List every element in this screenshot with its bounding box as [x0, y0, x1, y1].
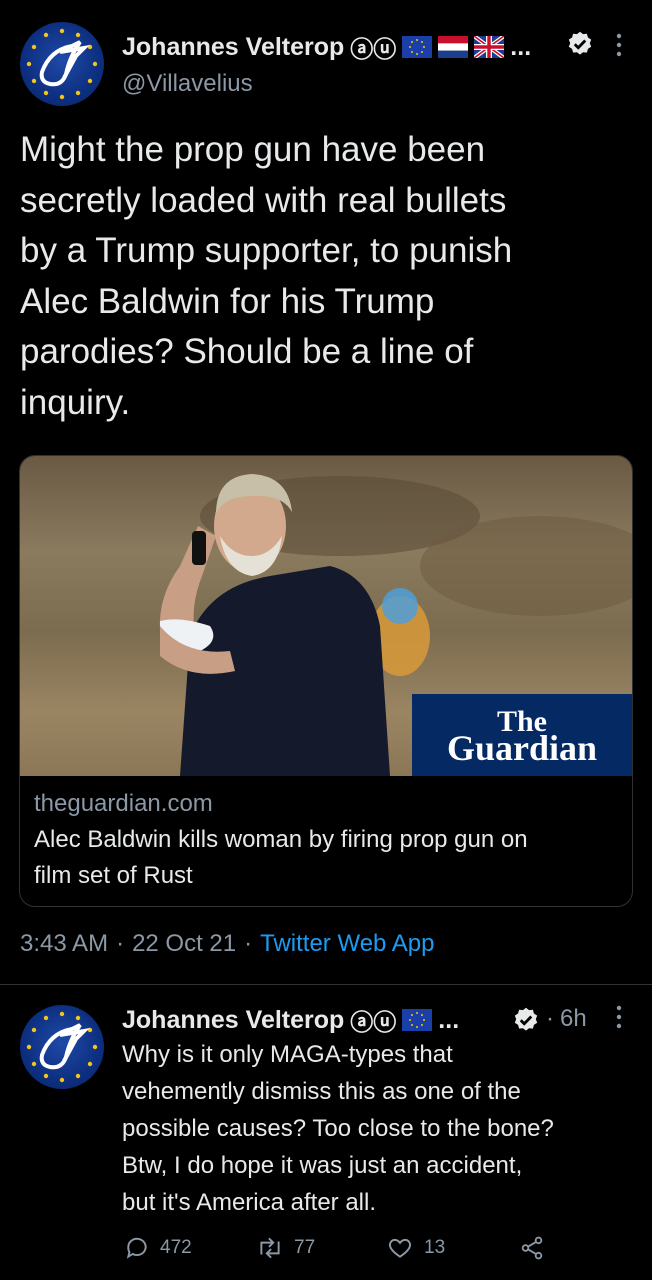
uk-flag-icon	[474, 36, 505, 58]
tweet-text-line: parodies? Should be a line of	[20, 332, 474, 371]
reply-text-line: Btw, I do hope it was just an accident,	[122, 1152, 523, 1179]
like-count: 13	[424, 1237, 446, 1258]
meta-separator: ·	[116, 930, 125, 957]
tweet-text-line: Might the prop gun have been	[20, 130, 486, 169]
reply-text-line: possible causes? Too close to the bone?	[122, 1115, 554, 1142]
tweet-source[interactable]: Twitter Web App	[260, 930, 434, 958]
reply-author-overflow: ...	[438, 1005, 460, 1034]
avatar-logo	[26, 1011, 98, 1083]
eu-flag-icon	[402, 1009, 433, 1031]
like-action[interactable]: 13	[386, 1235, 445, 1261]
tweet-time[interactable]: 3:43 AM	[20, 930, 108, 958]
tweet-date[interactable]: 22 Oct 21	[132, 930, 236, 958]
age-separator: ·	[546, 1005, 554, 1032]
reply-icon	[126, 1237, 147, 1259]
reply-text: Why is it only MAGA-types that vehementl…	[122, 1036, 637, 1221]
tweet-text-line: Alec Baldwin for his Trump	[20, 281, 435, 321]
share-action[interactable]	[518, 1235, 546, 1261]
guardian-logo: The Guardian	[412, 694, 632, 776]
reply-author-name[interactable]: Johannes Velterop	[122, 1006, 344, 1035]
reply-avatar[interactable]	[20, 1005, 104, 1089]
verified-icon	[514, 1007, 538, 1031]
reply-author-row: Johannes Velterop ⓐⓤ ...	[122, 1003, 459, 1037]
share-icon	[521, 1236, 543, 1260]
avatar-logo	[26, 28, 98, 100]
meta-separator: ·	[244, 930, 253, 957]
card-image: The Guardian	[20, 456, 632, 776]
author-name[interactable]: Johannes Velterop	[122, 33, 344, 62]
reply-count: 472	[160, 1237, 192, 1258]
author-overflow: ...	[510, 32, 532, 61]
retweet-count: 77	[294, 1237, 316, 1258]
retweet-icon	[260, 1237, 280, 1259]
author-badges: ⓐⓤ	[350, 36, 397, 62]
more-icon[interactable]	[612, 1004, 626, 1030]
tweet-text-line: secretly loaded with real bullets	[20, 180, 507, 220]
retweet-action[interactable]: 77	[256, 1235, 315, 1261]
tweet-text-line: by a Trump supporter, to punish	[20, 231, 513, 270]
tweet-text: Might the prop gun have been secretly lo…	[20, 125, 640, 428]
more-icon[interactable]	[612, 32, 626, 58]
tweet-text-line: inquiry.	[20, 382, 131, 422]
card-title: Alec Baldwin kills woman by firing prop …	[34, 822, 618, 894]
guardian-logo-line2: Guardian	[446, 728, 598, 768]
author-handle[interactable]: @Villavelius	[122, 70, 253, 98]
reply-text-line: but it's America after all.	[122, 1189, 377, 1216]
tweet-meta: 3:43 AM · 22 Oct 21 · Twitter Web App	[20, 930, 434, 958]
main-author-row: Johannes Velterop ⓐⓤ ...	[122, 30, 531, 64]
eu-flag-icon	[402, 36, 433, 58]
card-domain: theguardian.com	[34, 790, 213, 817]
reply-age: · 6h	[546, 1005, 587, 1033]
card-title-line: Alec Baldwin kills woman by firing prop …	[34, 826, 528, 853]
divider	[0, 984, 652, 985]
reply-author-badges: ⓐⓤ	[350, 1009, 397, 1035]
verified-icon	[568, 31, 592, 55]
reply-text-line: Why is it only MAGA-types that	[122, 1041, 453, 1068]
reply-age-value[interactable]: 6h	[560, 1005, 587, 1033]
card-title-line: film set of Rust	[34, 862, 193, 889]
reply-action[interactable]: 472	[124, 1235, 192, 1261]
link-card[interactable]: The Guardian theguardian.com Alec Baldwi…	[19, 455, 633, 907]
reply-text-line: vehemently dismiss this as one of the	[122, 1078, 521, 1105]
author-avatar[interactable]	[20, 22, 104, 106]
nl-flag-icon	[438, 36, 469, 58]
like-icon	[389, 1238, 411, 1258]
